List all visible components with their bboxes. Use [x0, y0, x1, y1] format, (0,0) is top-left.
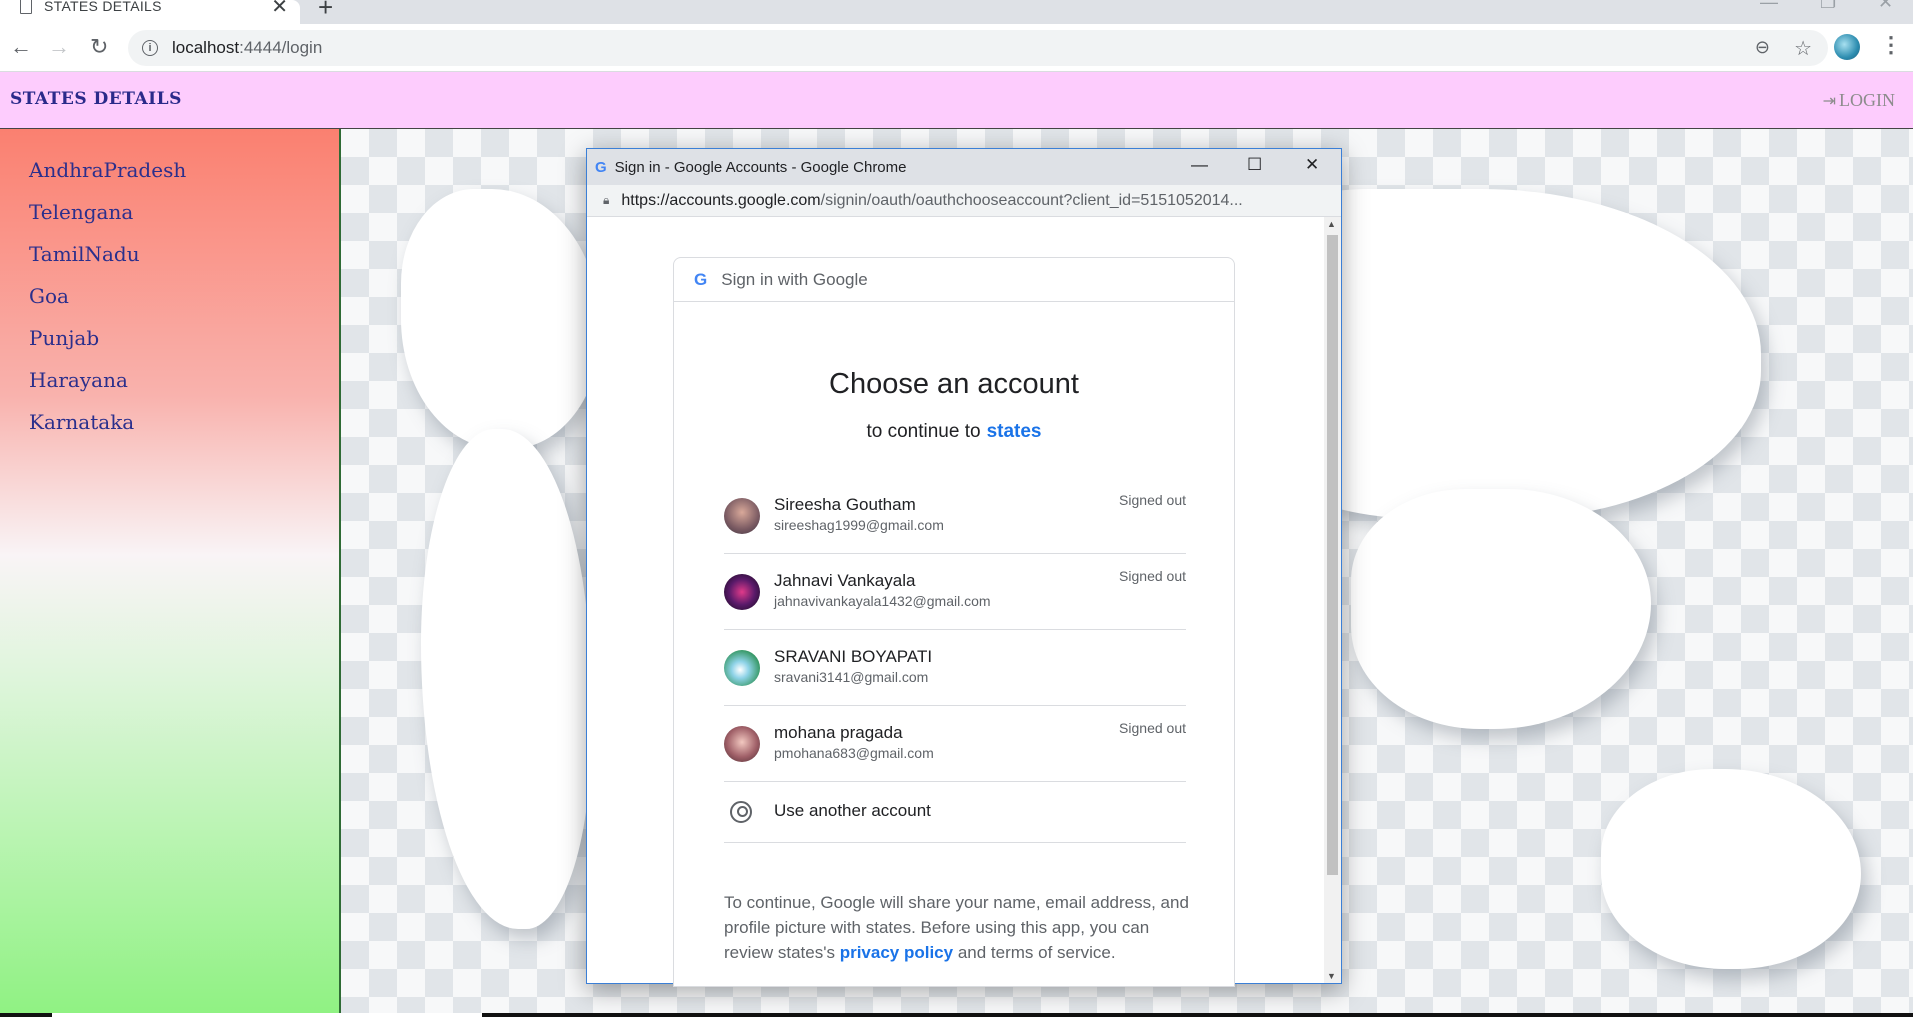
account-item[interactable]: mohana pragada pmohana683@gmail.com Sign…: [724, 706, 1186, 782]
state-list: AndhraPradesh Telengana TamilNadu Goa Pu…: [0, 129, 339, 449]
account-email: pmohana683@gmail.com: [774, 745, 934, 761]
scroll-up-arrow-icon[interactable]: ▲: [1327, 219, 1336, 229]
browser-tab[interactable]: STATES DETAILS ✕: [0, 0, 300, 24]
account-email: jahnavivankayala1432@gmail.com: [774, 593, 991, 609]
app-header: STATES DETAILS ⇥ LOGIN: [0, 72, 1913, 129]
account-circle-icon: [730, 801, 752, 823]
popup-window-title: Sign in - Google Accounts - Google Chrom…: [614, 158, 907, 176]
avatar: [724, 498, 760, 534]
account-item[interactable]: Jahnavi Vankayala jahnavivankayala1432@g…: [724, 554, 1186, 630]
continue-to-line: to continue to states: [674, 421, 1234, 443]
popup-url-path: /signin/oauth/oauthchooseaccount?client_…: [820, 191, 1243, 209]
sidebar-item-goa[interactable]: Goa: [0, 281, 339, 323]
bookmark-star-icon[interactable]: ☆: [1794, 36, 1812, 61]
sidebar-item-karnataka[interactable]: Karnataka: [0, 407, 339, 449]
scroll-down-arrow-icon[interactable]: ▼: [1327, 971, 1336, 981]
sidebar-item-harayana[interactable]: Harayana: [0, 365, 339, 407]
restore-icon[interactable]: ❐: [1820, 0, 1836, 13]
account-item[interactable]: Sireesha Goutham sireeshag1999@gmail.com…: [724, 478, 1186, 554]
popup-url-domain: https://accounts.google.com: [621, 191, 821, 209]
avatar: [724, 650, 760, 686]
map-landmass: [401, 189, 601, 449]
reload-button[interactable]: ↻: [90, 34, 108, 60]
account-list: Sireesha Goutham sireeshag1999@gmail.com…: [724, 478, 1186, 843]
popup-maximize-icon[interactable]: ☐: [1247, 155, 1262, 175]
privacy-policy-link[interactable]: privacy policy: [840, 943, 953, 962]
browser-toolbar: ← → ↻ i localhost:4444/login ⊖ ☆ ⋮: [0, 24, 1913, 72]
new-tab-button[interactable]: +: [318, 0, 333, 23]
continue-prefix: to continue to: [866, 421, 981, 442]
scrollbar-thumb[interactable]: [1327, 235, 1338, 875]
popup-url-text: https://accounts.google.com/signin/oauth…: [621, 192, 1321, 210]
popup-address-bar[interactable]: 🔒︎ https://accounts.google.com/signin/oa…: [587, 185, 1341, 217]
sidebar-item-telengana[interactable]: Telengana: [0, 197, 339, 239]
info-icon[interactable]: i: [142, 40, 158, 56]
zoom-icon[interactable]: ⊖: [1755, 37, 1770, 58]
account-email: sireeshag1999@gmail.com: [774, 517, 944, 533]
popup-close-icon[interactable]: ✕: [1305, 155, 1319, 175]
use-another-account-button[interactable]: Use another account: [724, 782, 1186, 843]
url-host: localhost: [172, 38, 240, 57]
avatar: [724, 726, 760, 762]
signin-card-header: G Sign in with Google: [674, 258, 1234, 302]
account-name: mohana pragada: [774, 723, 903, 742]
tab-title: STATES DETAILS: [44, 0, 162, 14]
account-item[interactable]: SRAVANI BOYAPATI sravani3141@gmail.com: [724, 630, 1186, 706]
notice-text: To continue, Google will share your name…: [724, 893, 1189, 962]
url-path: :4444/login: [239, 38, 323, 57]
back-button[interactable]: ←: [10, 34, 32, 60]
map-landmass: [421, 429, 591, 929]
login-label: LOGIN: [1839, 90, 1895, 110]
forward-button[interactable]: →: [48, 34, 70, 60]
sidebar: AndhraPradesh Telengana TamilNadu Goa Pu…: [0, 129, 341, 1017]
browser-menu-icon[interactable]: ⋮: [1880, 32, 1902, 58]
notice-text-end: and terms of service.: [957, 943, 1116, 962]
browser-tab-strip: STATES DETAILS ✕ + — ❐ ✕: [0, 0, 1913, 24]
window-close-icon[interactable]: ✕: [1878, 0, 1893, 13]
sidebar-item-punjab[interactable]: Punjab: [0, 323, 339, 365]
popup-scrollbar[interactable]: ▲ ▼: [1324, 217, 1341, 983]
profile-avatar[interactable]: [1834, 34, 1860, 60]
account-email: sravani3141@gmail.com: [774, 669, 929, 685]
taskbar-segment: [52, 1013, 482, 1017]
account-status: Signed out: [1119, 492, 1186, 508]
popup-minimize-icon[interactable]: —: [1191, 155, 1208, 175]
use-another-account-label: Use another account: [774, 801, 931, 820]
account-status: Signed out: [1119, 568, 1186, 584]
consent-notice: To continue, Google will share your name…: [724, 890, 1194, 965]
google-account-chooser: G Sign in with Google Choose an account …: [673, 257, 1235, 987]
signin-header-text: Sign in with Google: [721, 269, 868, 289]
google-logo-icon: G: [694, 269, 708, 289]
choose-account-title: Choose an account: [829, 368, 1079, 400]
app-name-link[interactable]: states: [987, 421, 1042, 442]
tab-close-icon[interactable]: ✕: [271, 0, 288, 19]
sign-in-icon: ⇥: [1822, 92, 1836, 110]
popup-titlebar: G Sign in - Google Accounts - Google Chr…: [587, 149, 1341, 185]
address-bar[interactable]: i localhost:4444/login ⊖ ☆: [128, 30, 1828, 66]
map-landmass: [1351, 489, 1651, 729]
taskbar-strip: [0, 1013, 1913, 1017]
url-text: localhost:4444/login: [172, 38, 322, 58]
map-landmass: [1601, 769, 1861, 969]
app-title[interactable]: STATES DETAILS: [10, 89, 182, 109]
account-name: Sireesha Goutham: [774, 495, 916, 514]
google-signin-popup: G Sign in - Google Accounts - Google Chr…: [586, 148, 1342, 987]
page-icon: [20, 0, 32, 14]
sidebar-item-andhrapradesh[interactable]: AndhraPradesh: [0, 155, 339, 197]
lock-icon: 🔒︎: [603, 193, 610, 207]
google-g-icon: G: [595, 158, 607, 176]
account-status: Signed out: [1119, 720, 1186, 736]
login-link[interactable]: ⇥ LOGIN: [1823, 90, 1895, 111]
account-name: Jahnavi Vankayala: [774, 571, 916, 590]
sidebar-item-tamilnadu[interactable]: TamilNadu: [0, 239, 339, 281]
account-name: SRAVANI BOYAPATI: [774, 647, 933, 666]
minimize-icon[interactable]: —: [1760, 0, 1778, 13]
avatar: [724, 574, 760, 610]
